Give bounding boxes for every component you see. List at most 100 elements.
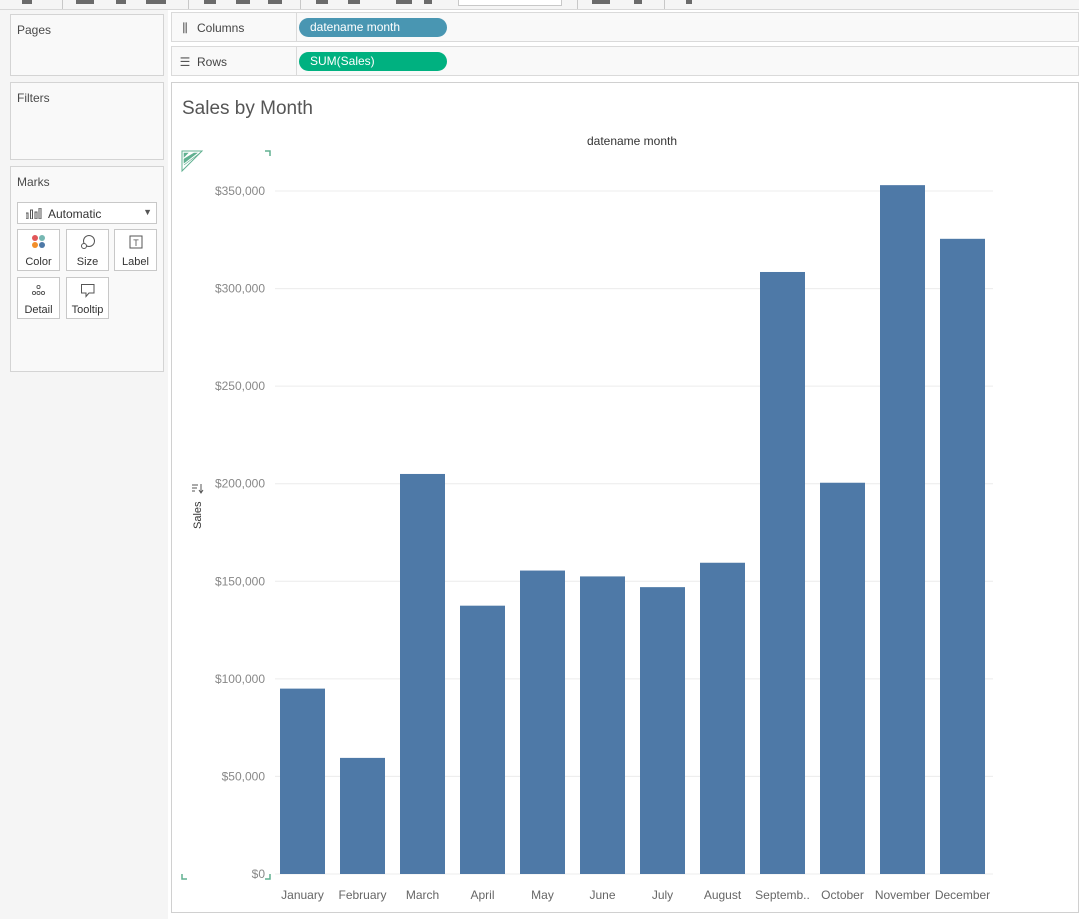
bar[interactable] bbox=[460, 605, 505, 874]
bar[interactable] bbox=[820, 482, 865, 874]
bar[interactable] bbox=[280, 688, 325, 874]
detail-button-label: Detail bbox=[24, 304, 53, 316]
rows-shelf-label: Rows bbox=[197, 55, 228, 69]
y-tick-label: $200,000 bbox=[215, 477, 265, 491]
x-tick-label: May bbox=[531, 888, 554, 902]
rows-pill[interactable]: SUM(Sales) bbox=[299, 52, 447, 71]
toolbar-icon[interactable] bbox=[146, 0, 166, 4]
label-button-label: Label bbox=[122, 256, 149, 268]
x-tick-label: August bbox=[704, 888, 742, 902]
svg-text:T: T bbox=[133, 238, 139, 248]
toolbar-separator bbox=[577, 0, 578, 9]
toolbar-icon[interactable] bbox=[686, 0, 692, 4]
viz-area: Sales by Month datename month $0 $50,000 $… bbox=[171, 82, 1079, 913]
rows-icon: ☰ bbox=[179, 55, 191, 69]
y-tick-label: $100,000 bbox=[215, 672, 265, 686]
corner-bracket-icon bbox=[265, 150, 271, 156]
color-button-label: Color bbox=[25, 256, 52, 268]
size-icon bbox=[81, 235, 95, 249]
toolbar-separator bbox=[62, 0, 63, 9]
toolbar bbox=[0, 0, 1079, 10]
x-tick-label: February bbox=[338, 888, 386, 902]
bar[interactable] bbox=[760, 271, 805, 875]
toolbar-icon[interactable] bbox=[22, 0, 32, 4]
color-button[interactable]: Color bbox=[17, 229, 60, 271]
y-axis-ticks: $0 $50,000 $100,000 $150,000 $200,000 $250,00… bbox=[215, 184, 265, 881]
corner-hatch-icon bbox=[183, 152, 201, 166]
sort-icon[interactable] bbox=[192, 484, 204, 494]
y-tick-label: $350,000 bbox=[215, 184, 265, 198]
mark-type-label: Automatic bbox=[48, 207, 102, 221]
toolbar-icon[interactable] bbox=[116, 0, 126, 4]
x-tick-label: October bbox=[821, 888, 864, 902]
detail-button[interactable]: Detail bbox=[17, 277, 60, 319]
toolbar-icon[interactable] bbox=[316, 0, 328, 4]
toolbar-icon[interactable] bbox=[592, 0, 610, 4]
chevron-down-icon: ▼ bbox=[143, 207, 152, 217]
bar[interactable] bbox=[700, 562, 745, 874]
bar-chart: datename month $0 $50,000 $100,000 $150,000… bbox=[181, 134, 993, 902]
y-tick-label: $250,000 bbox=[215, 379, 265, 393]
toolbar-icon[interactable] bbox=[204, 0, 216, 4]
x-tick-label: November bbox=[875, 888, 930, 902]
mark-type-dropdown[interactable]: Automatic ▼ bbox=[17, 202, 157, 224]
x-tick-label: April bbox=[470, 888, 494, 902]
x-axis-labels: January February March April May June July Augu… bbox=[281, 888, 990, 902]
y-tick-label: $50,000 bbox=[222, 769, 266, 783]
detail-dots-icon bbox=[31, 284, 46, 296]
x-tick-label: Septemb.. bbox=[755, 888, 810, 902]
columns-icon: ⫼ bbox=[182, 21, 188, 35]
toolbar-icon[interactable] bbox=[236, 0, 250, 4]
toolbar-icon[interactable] bbox=[424, 0, 432, 4]
y-tick-label: $0 bbox=[252, 867, 266, 881]
y-tick-label: $300,000 bbox=[215, 282, 265, 296]
label-button[interactable]: T Label bbox=[114, 229, 157, 271]
x-tick-label: July bbox=[652, 888, 673, 902]
shelf-divider bbox=[296, 47, 297, 75]
y-axis-title: Sales bbox=[192, 501, 204, 529]
text-label-icon: T bbox=[129, 235, 143, 249]
pages-card-title: Pages bbox=[17, 23, 52, 37]
corner-bracket-icon bbox=[265, 874, 271, 880]
tooltip-icon bbox=[81, 284, 95, 298]
corner-bracket-icon bbox=[181, 874, 187, 880]
toolbar-separator bbox=[664, 0, 665, 9]
toolbar-dropdown[interactable] bbox=[458, 0, 562, 6]
bar[interactable] bbox=[940, 238, 985, 874]
rows-shelf[interactable]: ☰ Rows SUM(Sales) bbox=[171, 46, 1079, 76]
columns-shelf[interactable]: ⫼ Columns datename month bbox=[171, 12, 1079, 42]
columns-pill[interactable]: datename month bbox=[299, 18, 447, 37]
bar[interactable] bbox=[880, 185, 925, 874]
column-header: datename month bbox=[587, 134, 677, 148]
bar[interactable] bbox=[520, 570, 565, 874]
filters-card[interactable]: Filters bbox=[10, 82, 164, 160]
y-tick-label: $150,000 bbox=[215, 574, 265, 588]
bar[interactable] bbox=[580, 576, 625, 874]
pages-card[interactable]: Pages bbox=[10, 14, 164, 76]
marks-card: Marks Automatic ▼ Color Size T Label Det… bbox=[10, 166, 164, 372]
toolbar-icon[interactable] bbox=[634, 0, 642, 4]
toolbar-icon[interactable] bbox=[268, 0, 282, 4]
bar[interactable] bbox=[340, 757, 385, 874]
x-tick-label: March bbox=[406, 888, 439, 902]
size-button[interactable]: Size bbox=[66, 229, 109, 271]
bar[interactable] bbox=[400, 473, 445, 874]
toolbar-icon[interactable] bbox=[348, 0, 360, 4]
toolbar-icon[interactable] bbox=[396, 0, 412, 4]
size-button-label: Size bbox=[76, 256, 99, 268]
bar-chart-icon bbox=[26, 208, 42, 219]
toolbar-icon[interactable] bbox=[76, 0, 94, 4]
toolbar-separator bbox=[188, 0, 189, 9]
x-tick-label: June bbox=[589, 888, 615, 902]
color-dots-icon bbox=[32, 235, 45, 248]
tooltip-button[interactable]: Tooltip bbox=[66, 277, 109, 319]
columns-shelf-label: Columns bbox=[197, 21, 245, 35]
filters-card-title: Filters bbox=[17, 91, 50, 105]
bar[interactable] bbox=[640, 587, 685, 874]
x-tick-label: December bbox=[935, 888, 990, 902]
x-tick-label: January bbox=[281, 888, 324, 902]
tooltip-button-label: Tooltip bbox=[71, 304, 104, 316]
marks-card-title: Marks bbox=[17, 175, 50, 189]
toolbar-separator bbox=[300, 0, 301, 9]
shelf-divider bbox=[296, 13, 297, 41]
